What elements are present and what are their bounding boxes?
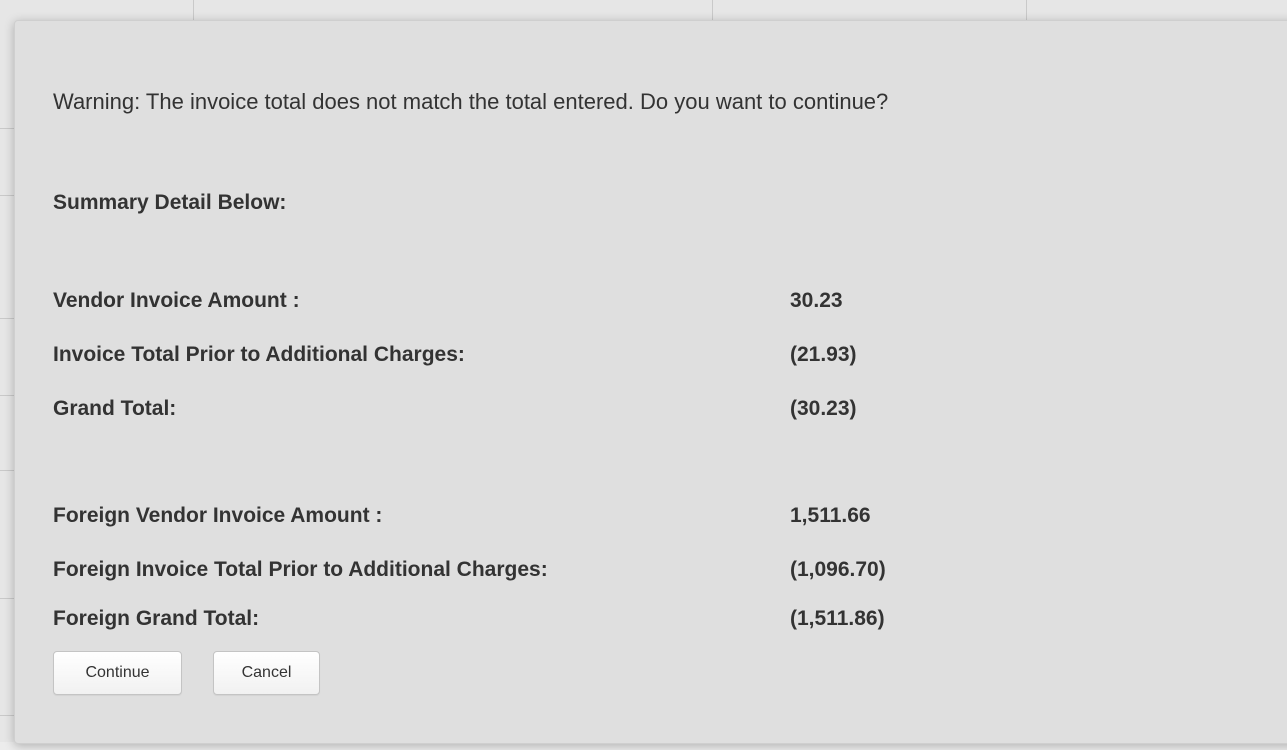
background-grid-line	[0, 715, 14, 716]
summary-row-label: Foreign Vendor Invoice Amount :	[53, 504, 383, 527]
warning-message: Warning: The invoice total does not matc…	[53, 89, 889, 114]
background-grid-line	[0, 598, 14, 599]
summary-heading: Summary Detail Below:	[53, 191, 287, 214]
summary-row-label: Foreign Grand Total:	[53, 607, 260, 630]
summary-row-value: (21.93)	[790, 343, 857, 366]
background-grid-line	[0, 195, 14, 196]
summary-row-value: 30.23	[790, 289, 843, 312]
summary-row-value: 1,511.66	[790, 504, 871, 527]
summary-row-label: Grand Total:	[53, 397, 177, 420]
cancel-button[interactable]: Cancel	[213, 651, 320, 695]
continue-button[interactable]: Continue	[53, 651, 182, 695]
background-grid-line	[0, 470, 14, 471]
summary-row-value: (1,511.86)	[790, 607, 885, 630]
summary-row-label: Foreign Invoice Total Prior to Additiona…	[53, 558, 548, 581]
background-grid-line	[0, 128, 14, 129]
summary-row-label: Invoice Total Prior to Additional Charge…	[53, 343, 465, 366]
invoice-warning-dialog: Warning: The invoice total does not matc…	[14, 20, 1287, 744]
summary-row-value: (1,096.70)	[790, 558, 886, 581]
summary-row-value: (30.23)	[790, 397, 857, 420]
background-grid-line	[0, 318, 14, 319]
background-grid-line	[0, 395, 14, 396]
summary-row-label: Vendor Invoice Amount :	[53, 289, 300, 312]
